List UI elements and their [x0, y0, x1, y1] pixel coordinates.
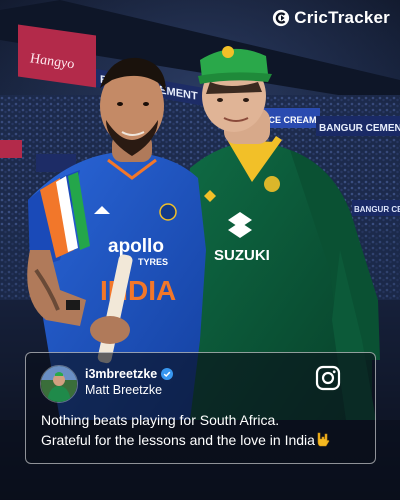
- post-caption-line-1: Nothing beats playing for South Africa.: [41, 412, 280, 428]
- brand-name: CricTracker: [294, 8, 390, 27]
- instagram-icon[interactable]: [315, 365, 341, 391]
- photo-post-graphic: Hangyo BANGUR CEMENT ICE CREAM BANGUR CE…: [0, 0, 400, 500]
- verified-badge-icon: [161, 368, 174, 380]
- jersey-sponsor-tyres: TYRES: [138, 257, 168, 267]
- love-you-gesture-emoji: [316, 432, 330, 447]
- post-author-name: Matt Breetzke: [85, 383, 163, 397]
- love-you-gesture-icon: [317, 432, 330, 447]
- jersey-sponsor-suzuki: SUZUKI: [214, 247, 270, 264]
- post-caption: Nothing beats playing for South Africa. …: [41, 410, 366, 450]
- post-caption-line-2: Grateful for the lessons and the love in…: [41, 430, 366, 450]
- sign-bangur-2: BANGUR CEMENT: [319, 123, 400, 134]
- sign-bangur-3: BANGUR CEME: [354, 205, 400, 214]
- instagram-post-card: i3mbreetzke Matt Breetzke Nothing beats …: [25, 352, 376, 464]
- avatar-image: [41, 366, 77, 402]
- jersey-sponsor-apollo: apollo: [108, 236, 164, 257]
- post-caption-line-2-text: Grateful for the lessons and the love in…: [41, 432, 315, 448]
- sign-ice-cream: ICE CREAM: [266, 115, 317, 125]
- post-author-handle-row: i3mbreetzke: [85, 367, 174, 381]
- avatar[interactable]: [40, 365, 78, 403]
- crictracker-logo-icon: [273, 9, 290, 27]
- crictracker-logo: CricTracker: [272, 8, 390, 28]
- post-author-handle[interactable]: i3mbreetzke: [85, 367, 157, 381]
